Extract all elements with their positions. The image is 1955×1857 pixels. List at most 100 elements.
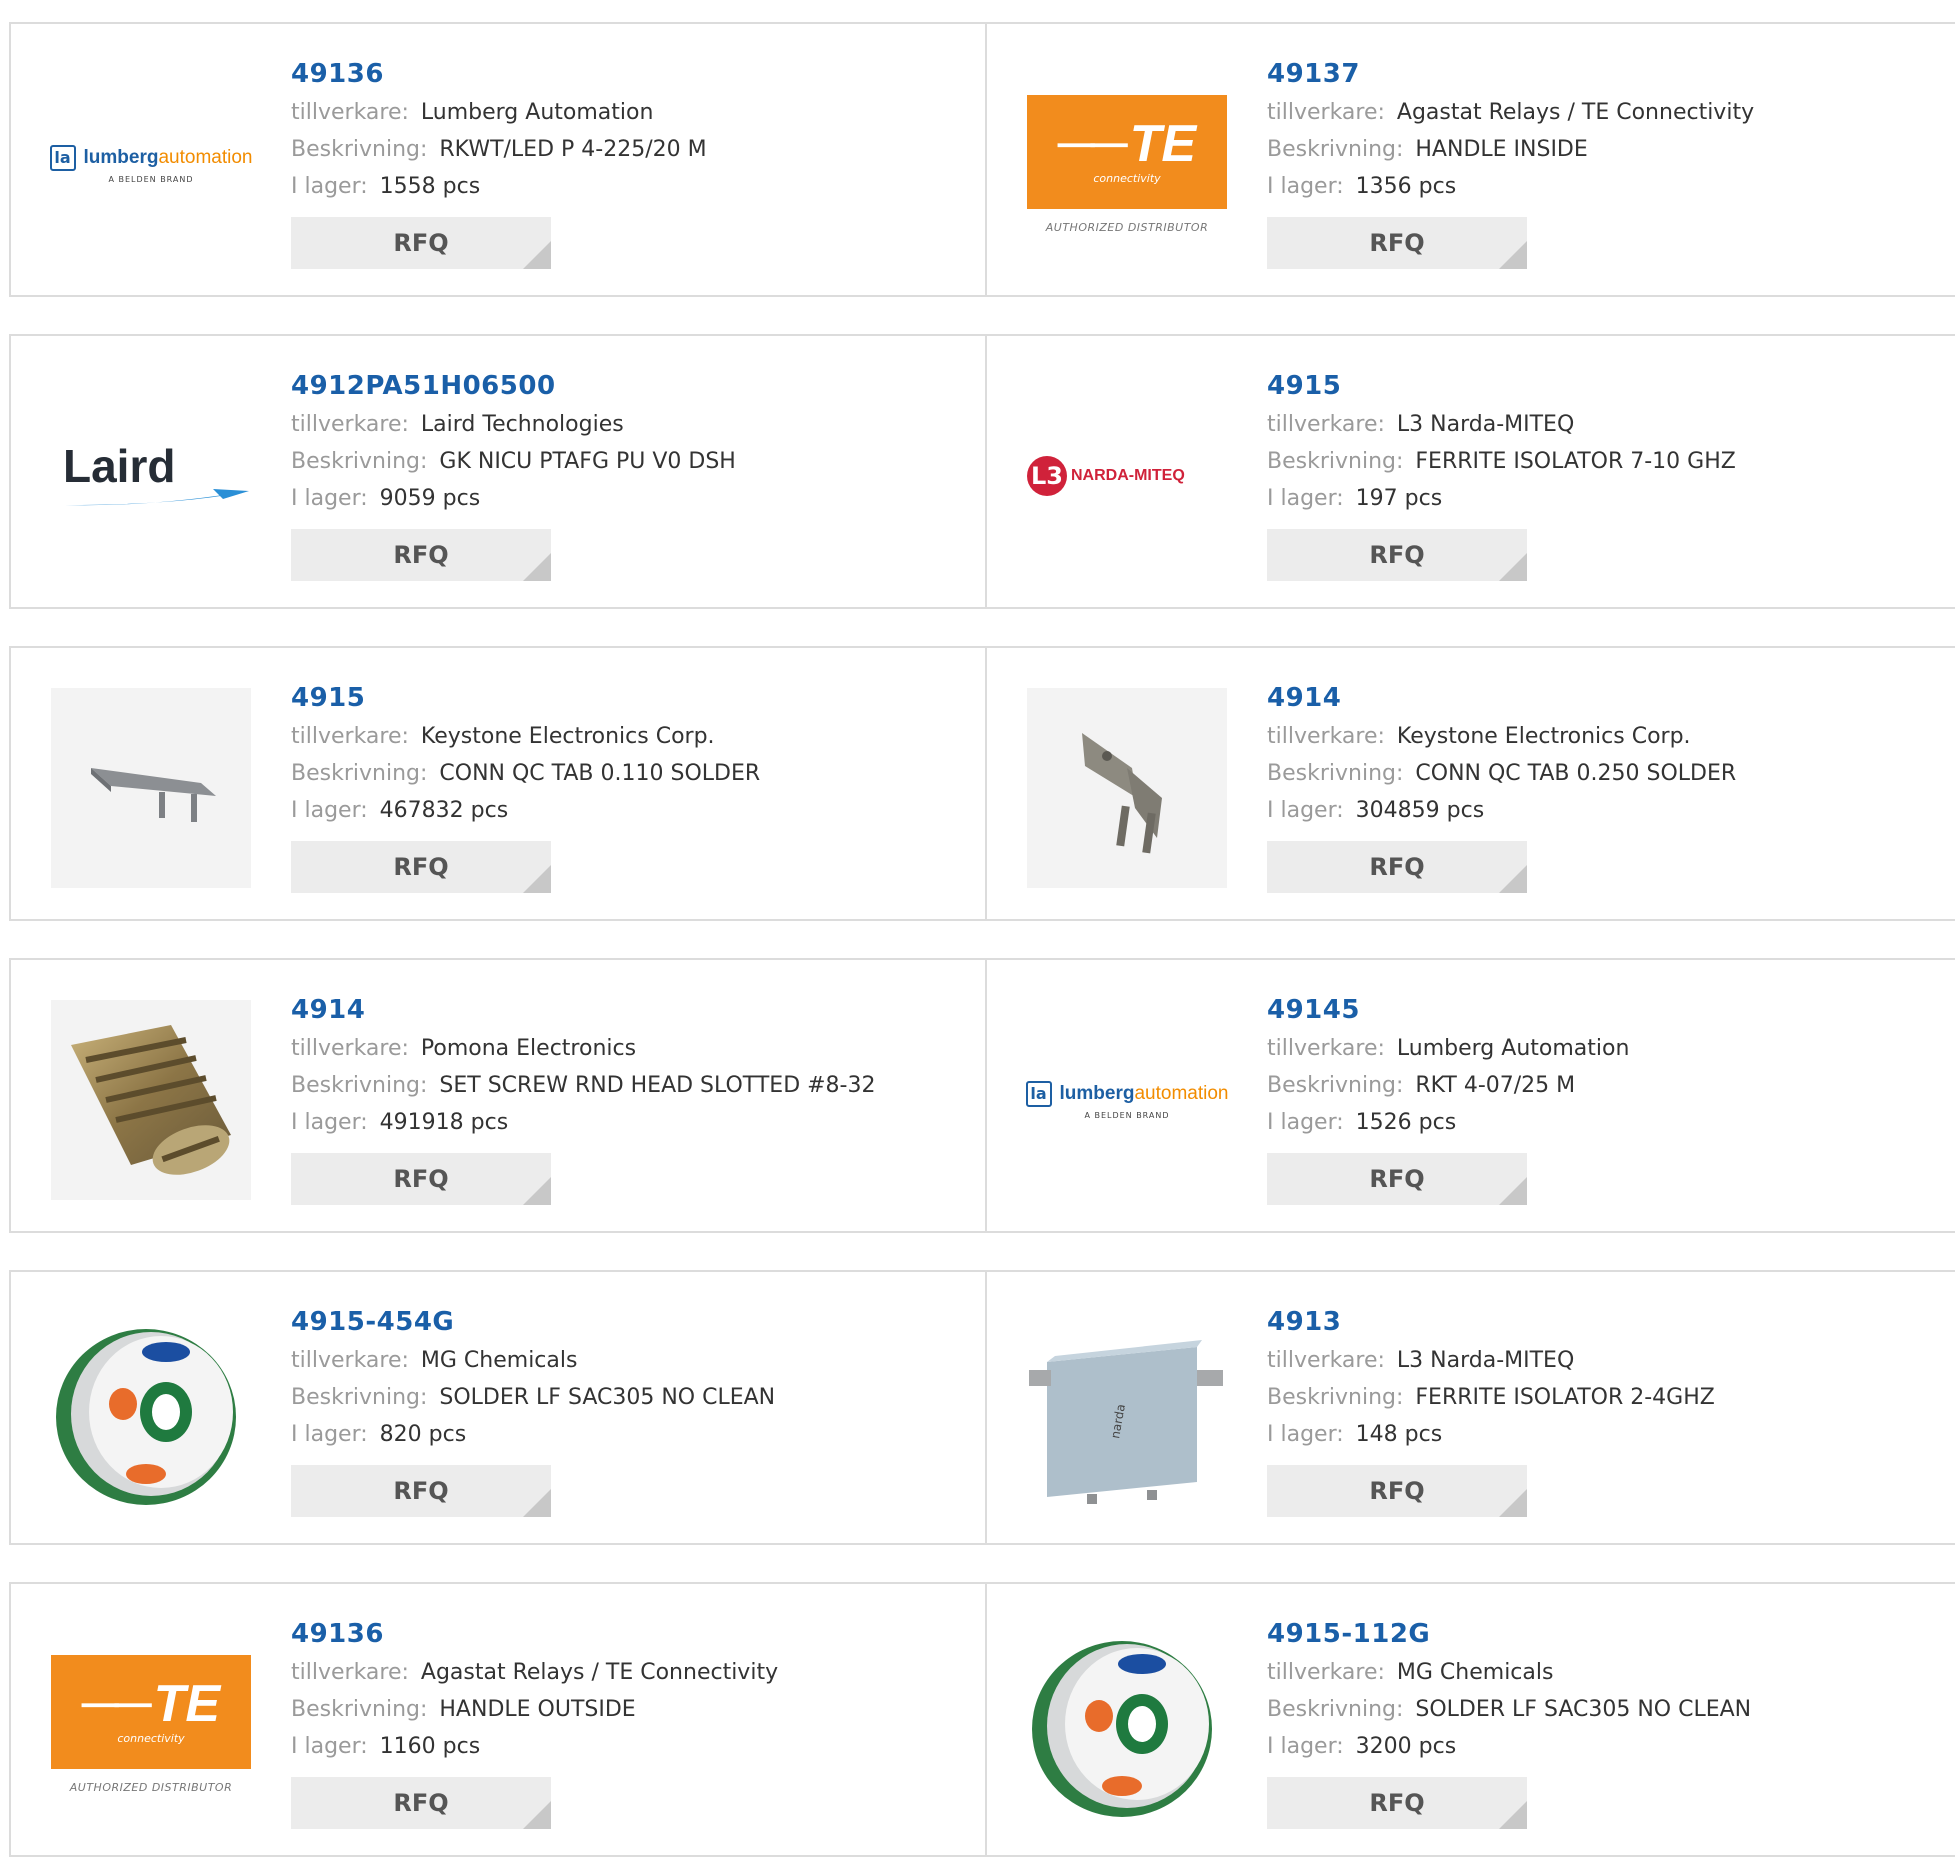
product-image[interactable]: ── TE connectivity AUTHORIZED DISTRIBUTOR xyxy=(1027,64,1227,264)
description-label: Beskrivning: xyxy=(291,1697,428,1722)
rfq-label: RFQ xyxy=(1369,229,1425,257)
manufacturer-value: Agastat Relays / TE Connectivity xyxy=(1396,100,1755,125)
manufacturer-label: tillverkare: xyxy=(1267,724,1385,749)
stock-label: I lager: xyxy=(291,1734,368,1759)
product-card: la lumbergautomation A BELDEN BRAND 4913… xyxy=(9,22,987,297)
laird-swoosh-icon xyxy=(65,489,249,506)
stock-row: I lager: 820 pcs xyxy=(291,1416,775,1453)
description-row: Beskrivning: HANDLE INSIDE xyxy=(1267,131,1754,168)
part-number-link[interactable]: 4915 xyxy=(1267,366,1736,406)
stock-value: 491918 pcs xyxy=(379,1110,509,1135)
part-number-link[interactable]: 49136 xyxy=(291,1614,778,1654)
stock-value: 820 pcs xyxy=(379,1422,467,1447)
rfq-button[interactable]: RFQ xyxy=(1267,217,1527,269)
part-number-link[interactable]: 4915-454G xyxy=(291,1302,775,1342)
stock-label: I lager: xyxy=(291,1422,368,1447)
stock-label: I lager: xyxy=(1267,798,1344,823)
manufacturer-row: tillverkare: Laird Technologies xyxy=(291,406,736,443)
product-info: 49136 tillverkare: Lumberg Automation Bes… xyxy=(291,54,707,269)
manufacturer-value: MG Chemicals xyxy=(1396,1660,1554,1685)
rfq-button[interactable]: RFQ xyxy=(1267,841,1527,893)
description-row: Beskrivning: FERRITE ISOLATOR 2-4GHZ xyxy=(1267,1379,1715,1416)
rfq-corner-decoration xyxy=(523,865,551,893)
rfq-button[interactable]: RFQ xyxy=(1267,1777,1527,1829)
product-image[interactable]: ── TE connectivity AUTHORIZED DISTRIBUTOR xyxy=(51,1624,251,1824)
product-image[interactable] xyxy=(51,688,251,888)
part-number-link[interactable]: 49145 xyxy=(1267,990,1629,1030)
rfq-button[interactable]: RFQ xyxy=(291,1777,551,1829)
rfq-button[interactable]: RFQ xyxy=(291,217,551,269)
product-card: L3 NARDA-MITEQ 4915 tillverkare: L3 Narda… xyxy=(987,334,1955,609)
manufacturer-row: tillverkare: Keystone Electronics Corp. xyxy=(1267,718,1736,755)
belden-brand-text: A BELDEN BRAND xyxy=(1084,1110,1170,1120)
part-number-link[interactable]: 49136 xyxy=(291,54,707,94)
product-image[interactable] xyxy=(1027,688,1227,888)
manufacturer-label: tillverkare: xyxy=(291,1348,409,1373)
rfq-corner-decoration xyxy=(1499,1177,1527,1205)
te-connectivity-logo: ── TE connectivity AUTHORIZED DISTRIBUTOR xyxy=(1027,94,1227,234)
stock-label: I lager: xyxy=(291,486,368,511)
rfq-corner-decoration xyxy=(1499,1801,1527,1829)
stock-row: I lager: 1526 pcs xyxy=(1267,1104,1629,1141)
stock-row: I lager: 1558 pcs xyxy=(291,168,707,205)
rfq-button[interactable]: RFQ xyxy=(291,1153,551,1205)
rfq-button[interactable]: RFQ xyxy=(291,841,551,893)
part-number-link[interactable]: 4914 xyxy=(1267,678,1736,718)
product-card: narda 4913 tillverkare: L3 Narda-MITEQ Be… xyxy=(987,1270,1955,1545)
manufacturer-row: tillverkare: Agastat Relays / TE Connecti… xyxy=(1267,94,1754,131)
manufacturer-value: Laird Technologies xyxy=(420,412,624,437)
description-row: Beskrivning: RKWT/LED P 4-225/20 M xyxy=(291,131,707,168)
rfq-button[interactable]: RFQ xyxy=(1267,1153,1527,1205)
qc-tab-photo xyxy=(1027,688,1227,888)
belden-brand-text: A BELDEN BRAND xyxy=(108,174,194,184)
part-number-link[interactable]: 4913 xyxy=(1267,1302,1715,1342)
description-row: Beskrivning: SOLDER LF SAC305 NO CLEAN xyxy=(291,1379,775,1416)
product-image[interactable] xyxy=(51,1000,251,1200)
laird-logo: Laird xyxy=(49,443,253,509)
stock-label: I lager: xyxy=(291,174,368,199)
part-number-link[interactable]: 49137 xyxy=(1267,54,1754,94)
part-number-link[interactable]: 4914 xyxy=(291,990,876,1030)
product-image[interactable] xyxy=(1027,1624,1227,1824)
lumberg-automation-logo: la lumbergautomation A BELDEN BRAND xyxy=(1025,1080,1228,1120)
description-row: Beskrivning: RKT 4-07/25 M xyxy=(1267,1067,1629,1104)
description-value: HANDLE INSIDE xyxy=(1415,137,1588,162)
te-connectivity-logo: ── TE connectivity AUTHORIZED DISTRIBUTOR xyxy=(51,1654,251,1794)
rfq-button[interactable]: RFQ xyxy=(291,529,551,581)
manufacturer-row: tillverkare: L3 Narda-MITEQ xyxy=(1267,406,1736,443)
stock-label: I lager: xyxy=(1267,1110,1344,1135)
rfq-label: RFQ xyxy=(1369,853,1425,881)
manufacturer-row: tillverkare: Lumberg Automation xyxy=(1267,1030,1629,1067)
stock-label: I lager: xyxy=(1267,1422,1344,1447)
manufacturer-value: L3 Narda-MITEQ xyxy=(1396,1348,1575,1373)
product-image[interactable]: la lumbergautomation A BELDEN BRAND xyxy=(1025,1000,1228,1200)
product-image[interactable]: narda xyxy=(1027,1312,1227,1512)
part-number-link[interactable]: 4912PA51H06500 xyxy=(291,366,736,406)
part-number-link[interactable]: 4915-112G xyxy=(1267,1614,1751,1654)
rfq-button[interactable]: RFQ xyxy=(291,1465,551,1517)
stock-row: I lager: 304859 pcs xyxy=(1267,792,1736,829)
rfq-label: RFQ xyxy=(393,229,449,257)
manufacturer-value: Keystone Electronics Corp. xyxy=(420,724,715,749)
description-label: Beskrivning: xyxy=(1267,449,1404,474)
manufacturer-value: Pomona Electronics xyxy=(420,1036,637,1061)
manufacturer-row: tillverkare: MG Chemicals xyxy=(1267,1654,1751,1691)
qc-tab-photo xyxy=(51,688,251,888)
stock-value: 1558 pcs xyxy=(379,174,481,199)
product-image[interactable]: L3 NARDA-MITEQ xyxy=(1027,376,1227,576)
part-number-link[interactable]: 4915 xyxy=(291,678,760,718)
manufacturer-value: L3 Narda-MITEQ xyxy=(1396,412,1575,437)
lumberg-wordmark: lumbergautomation xyxy=(83,146,253,168)
description-value: FERRITE ISOLATOR 2-4GHZ xyxy=(1415,1385,1715,1410)
product-card: 4914 tillverkare: Pomona Electronics Besk… xyxy=(9,958,987,1233)
product-info: 4914 tillverkare: Keystone Electronics Co… xyxy=(1267,678,1736,893)
manufacturer-row: tillverkare: Pomona Electronics xyxy=(291,1030,876,1067)
rfq-button[interactable]: RFQ xyxy=(1267,1465,1527,1517)
rfq-corner-decoration xyxy=(523,241,551,269)
description-label: Beskrivning: xyxy=(291,449,428,474)
rfq-button[interactable]: RFQ xyxy=(1267,529,1527,581)
product-image[interactable] xyxy=(51,1312,251,1512)
authorized-distributor-text: AUTHORIZED DISTRIBUTOR xyxy=(69,1780,233,1794)
product-image[interactable]: la lumbergautomation A BELDEN BRAND xyxy=(49,64,253,264)
product-image[interactable]: Laird xyxy=(51,376,251,576)
